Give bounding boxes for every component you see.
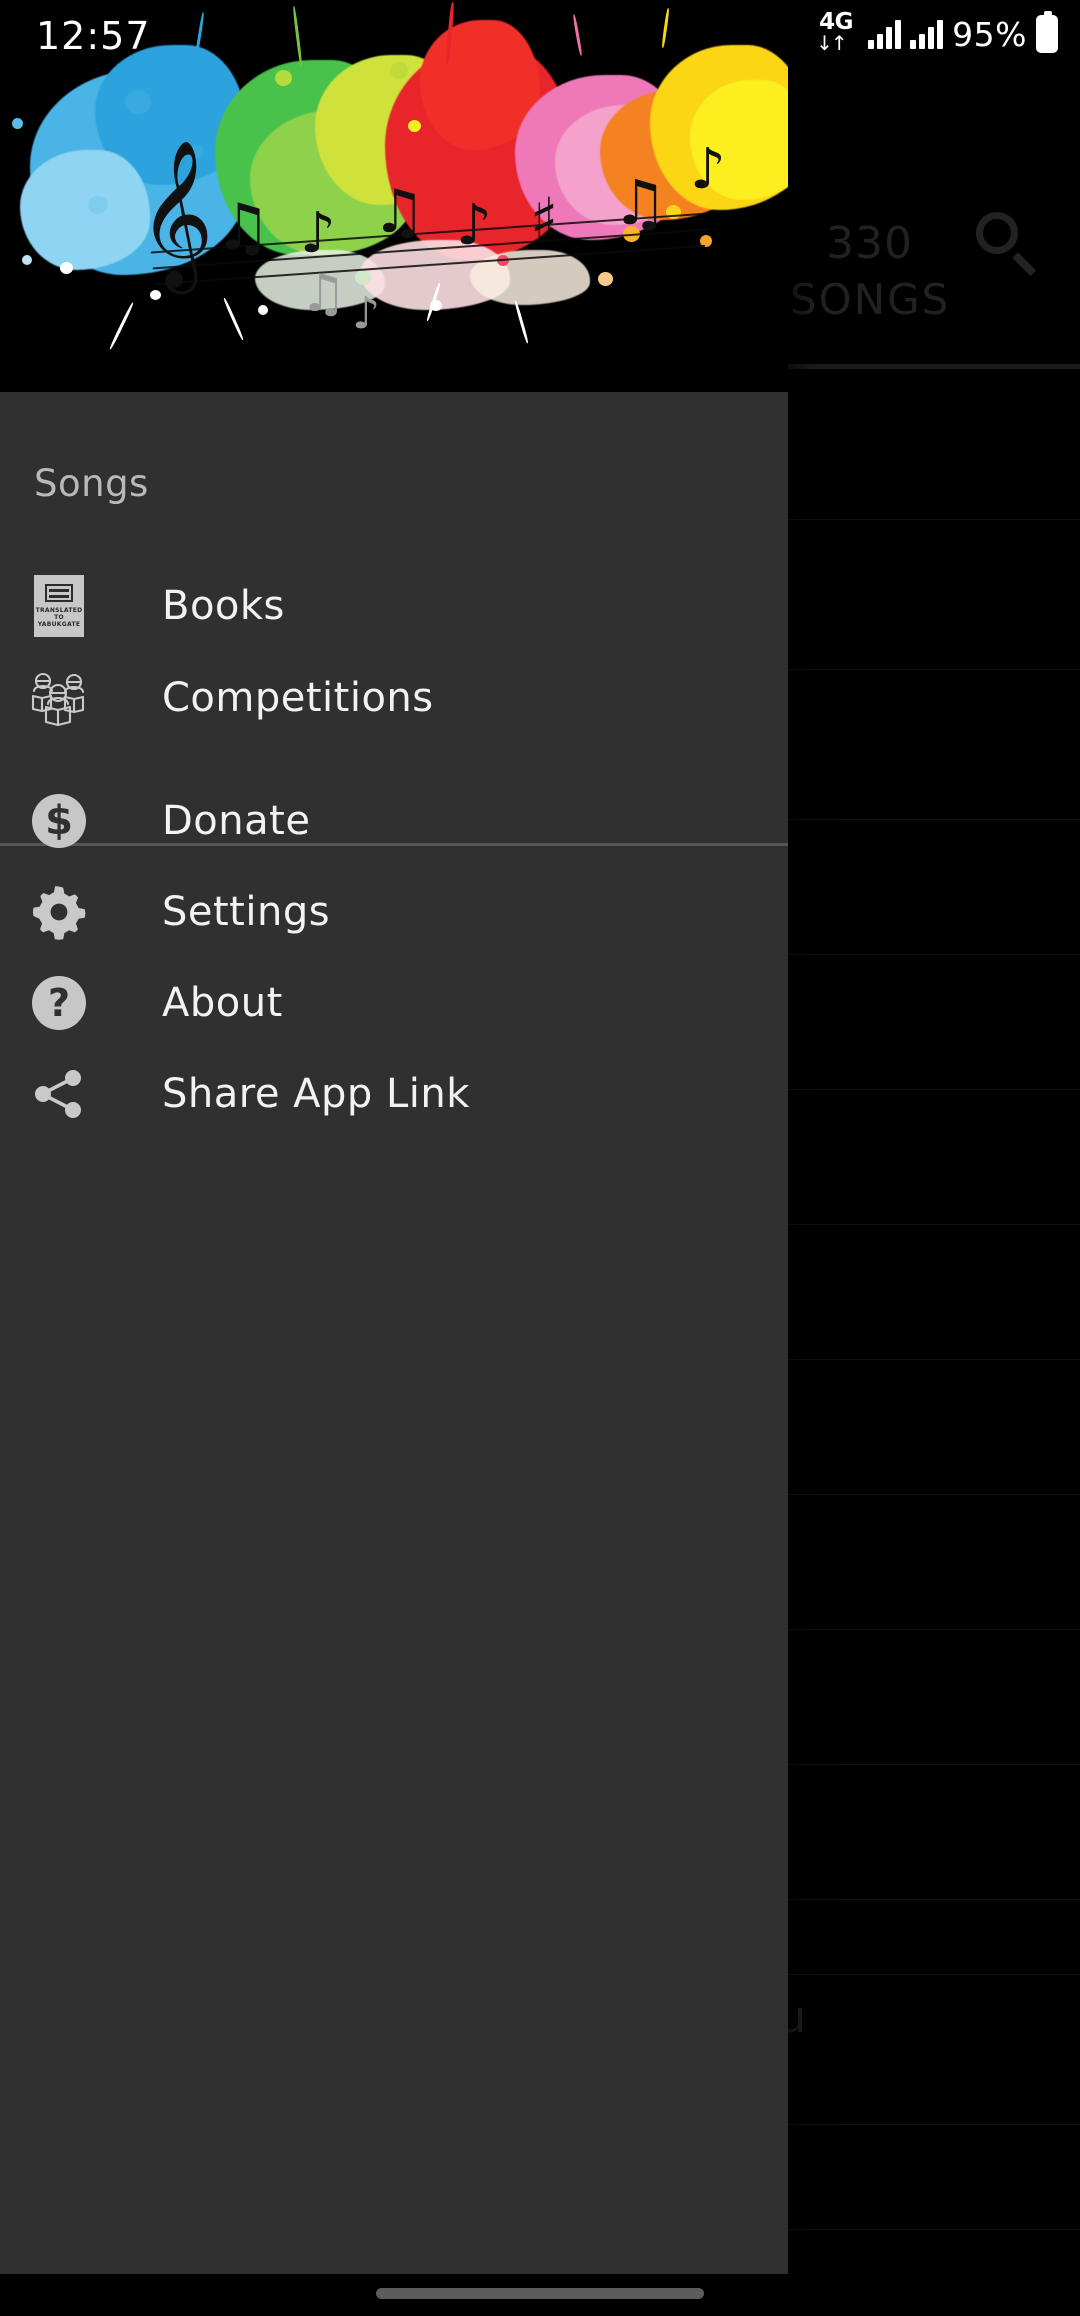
drawer-item-label-settings: Settings (162, 889, 331, 935)
book-icon-text-line-1: TRANSLATED (35, 607, 83, 614)
drawer-item-books[interactable]: TRANSLATED TO YABUKGATE Books (0, 560, 788, 652)
drawer-title: Songs (34, 462, 149, 505)
drawer-item-settings[interactable]: Settings (0, 866, 788, 958)
drawer-item-label-share-app-link: Share App Link (162, 1071, 470, 1117)
drawer-item-label-donate: Donate (162, 798, 311, 844)
book-icon: TRANSLATED TO YABUKGATE (28, 575, 90, 637)
share-icon (28, 1063, 90, 1125)
drawer-item-label-competitions: Competitions (162, 675, 434, 721)
question-mark-icon: ? (28, 972, 90, 1034)
phone-screen: 330 SONGS u (0, 0, 1080, 2316)
choir-group-icon (28, 667, 90, 729)
music-paint-splatter-banner: 𝄞 ♫ ♪ ♫ ♪ ♯ ♫ ♪ ♫ ♪ (0, 0, 788, 392)
drawer-item-label-about: About (162, 980, 283, 1026)
drawer-item-share-app-link[interactable]: Share App Link (0, 1048, 788, 1140)
drawer-header: 𝄞 ♫ ♪ ♫ ♪ ♯ ♫ ♪ ♫ ♪ (0, 0, 788, 392)
question-mark-icon-glyph: ? (32, 976, 86, 1030)
home-gesture-pill[interactable] (376, 2288, 704, 2299)
dollar-coin-icon: $ (28, 790, 90, 852)
navigation-drawer: 𝄞 ♫ ♪ ♫ ♪ ♯ ♫ ♪ ♫ ♪ Songs TRANSLATED TO … (0, 0, 788, 2274)
navigation-bar (0, 2274, 1080, 2316)
drawer-item-label-books: Books (162, 583, 285, 629)
book-icon-text-line-3: YABUKGATE (37, 621, 81, 628)
book-icon-text-line-2: TO (54, 614, 64, 621)
dollar-coin-icon-glyph: $ (32, 794, 86, 848)
drawer-item-about[interactable]: ? About (0, 957, 788, 1049)
drawer-item-donate[interactable]: $ Donate (0, 775, 788, 867)
drawer-item-competitions[interactable]: Competitions (0, 652, 788, 744)
gear-icon (28, 881, 90, 943)
